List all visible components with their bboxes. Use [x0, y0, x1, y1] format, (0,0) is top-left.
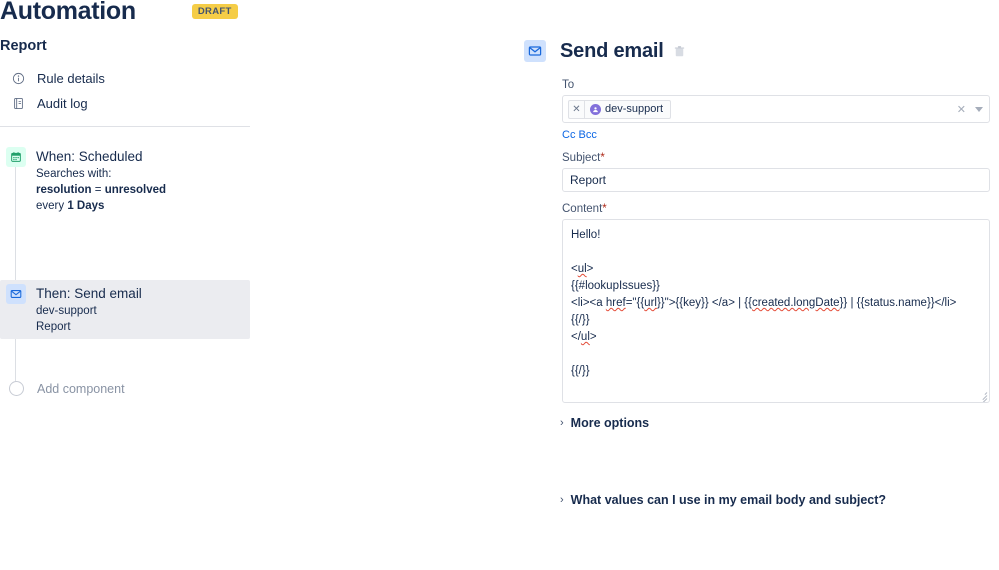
- email-values-faq-toggle[interactable]: › What values can I use in my email body…: [560, 493, 994, 507]
- content-line-3-tag: ul: [577, 263, 587, 275]
- select-actions: ✕: [957, 96, 983, 122]
- trash-icon[interactable]: [672, 43, 688, 59]
- cc-bcc-links: Cc Bcc: [562, 129, 990, 141]
- rule-component-title: Then: Send email: [36, 286, 142, 301]
- chain-gap: [0, 218, 260, 280]
- content-line-9: {{/}}: [571, 365, 590, 377]
- resize-handle[interactable]: [978, 391, 988, 402]
- content-line-7-close: >: [589, 331, 597, 343]
- calendar-icon: [6, 147, 26, 167]
- rule-name: Report: [0, 38, 47, 54]
- content-line-7-tag: ul: [580, 331, 590, 343]
- content-line-3-close: >: [586, 263, 594, 275]
- cc-link[interactable]: Cc: [562, 129, 575, 141]
- content-line-7-open: </: [571, 331, 581, 343]
- subject-field-label: Subject*: [562, 152, 990, 164]
- required-asterisk: *: [602, 203, 607, 215]
- content-field-block: Content* Hello! <ul> {{#lookupIssues}} <…: [562, 203, 990, 403]
- content-line-4: {{#lookupIssues}}: [571, 280, 660, 292]
- to-select[interactable]: ✕ dev-support ✕: [562, 95, 990, 123]
- subject-label-text: Subject: [562, 152, 601, 164]
- chevron-right-icon: ›: [560, 494, 564, 506]
- sidebar-item-label: Audit log: [37, 96, 88, 111]
- clear-icon[interactable]: ✕: [957, 103, 966, 116]
- email-icon: [6, 284, 26, 304]
- to-field-label: To: [562, 79, 575, 91]
- rule-component-chain: When: Scheduled Searches with: resolutio…: [0, 143, 260, 396]
- content-line-5-url: url: [644, 297, 657, 309]
- info-circle-icon: [10, 71, 26, 87]
- rule-component-trigger[interactable]: When: Scheduled Searches with: resolutio…: [0, 143, 260, 218]
- rule-builder-panel: Automation DRAFT Report Rule details Aud…: [0, 0, 500, 570]
- rule-component-detail: Searches with:: [36, 168, 112, 180]
- audit-log-icon: [10, 96, 26, 112]
- rule-component-action[interactable]: Then: Send email dev-support Report: [0, 280, 250, 339]
- rule-nav-list: Rule details Audit log: [0, 66, 250, 116]
- rule-component-title: When: Scheduled: [36, 149, 143, 164]
- sidebar-divider: [0, 126, 250, 127]
- content-label-text: Content: [562, 203, 603, 215]
- sidebar-item-label: Rule details: [37, 71, 105, 86]
- rule-component-recipient: dev-support: [36, 305, 97, 317]
- email-icon: [524, 40, 546, 62]
- subject-field-block: Subject*: [562, 152, 990, 192]
- sidebar-item-rule-details[interactable]: Rule details: [0, 66, 250, 91]
- detail-header: Send email: [524, 38, 994, 64]
- more-options-toggle[interactable]: › More options: [560, 416, 994, 430]
- content-textarea[interactable]: Hello! <ul> {{#lookupIssues}} <li><a hre…: [562, 219, 990, 403]
- user-avatar-icon: [590, 103, 601, 115]
- required-asterisk: *: [600, 152, 605, 164]
- close-icon[interactable]: ✕: [569, 100, 585, 118]
- content-line-5d: }} | {{status.name}}</li>: [839, 297, 957, 309]
- rule-component-body: When: Scheduled Searches with: resolutio…: [36, 147, 166, 214]
- content-line-6: {{/}}: [571, 314, 590, 326]
- content-field-label: Content*: [562, 203, 990, 215]
- add-component-button[interactable]: Add component: [0, 381, 260, 396]
- send-email-form: To ✕ dev-support ✕ Cc Bcc Subject* Repor…: [562, 79, 990, 403]
- content-line-5a: <li><a: [571, 297, 606, 309]
- status-badge: DRAFT: [191, 3, 238, 19]
- rule-component-body: Then: Send email dev-support Report: [36, 284, 142, 335]
- panel-title: Send email: [560, 39, 664, 62]
- send-email-detail-panel: Send email To ✕ dev-support ✕ Cc Bcc Sub…: [524, 38, 994, 507]
- content-line-3-open: <: [571, 263, 578, 275]
- email-values-faq-label: What values can I use in my email body a…: [570, 493, 887, 507]
- page-title: Automation: [0, 0, 136, 25]
- content-line-5c: }}">{{key}} </a> | {{: [656, 297, 752, 309]
- more-options-label: More options: [570, 416, 650, 430]
- recipient-chip[interactable]: ✕ dev-support: [568, 99, 672, 119]
- content-line-5-href: href: [605, 297, 626, 309]
- rule-component-condition: resolution = unresolved: [36, 184, 167, 196]
- recipient-chip-label: dev-support: [605, 102, 664, 115]
- bcc-link[interactable]: Bcc: [579, 129, 597, 141]
- subject-input[interactable]: [562, 168, 990, 192]
- content-line-5-created: created.longDate: [751, 297, 840, 309]
- plus-circle-icon: [9, 381, 24, 396]
- content-line-5b: ="{{: [625, 297, 645, 309]
- page-header: Automation DRAFT: [0, 0, 260, 26]
- rule-component-frequency: every 1 Days: [36, 200, 105, 212]
- chevron-right-icon: ›: [560, 417, 564, 429]
- content-line-1: Hello!: [571, 229, 601, 241]
- rule-component-subject: Report: [36, 321, 71, 333]
- sidebar-item-audit-log[interactable]: Audit log: [0, 91, 250, 116]
- add-component-label: Add component: [37, 381, 125, 396]
- chevron-down-icon[interactable]: [975, 106, 983, 112]
